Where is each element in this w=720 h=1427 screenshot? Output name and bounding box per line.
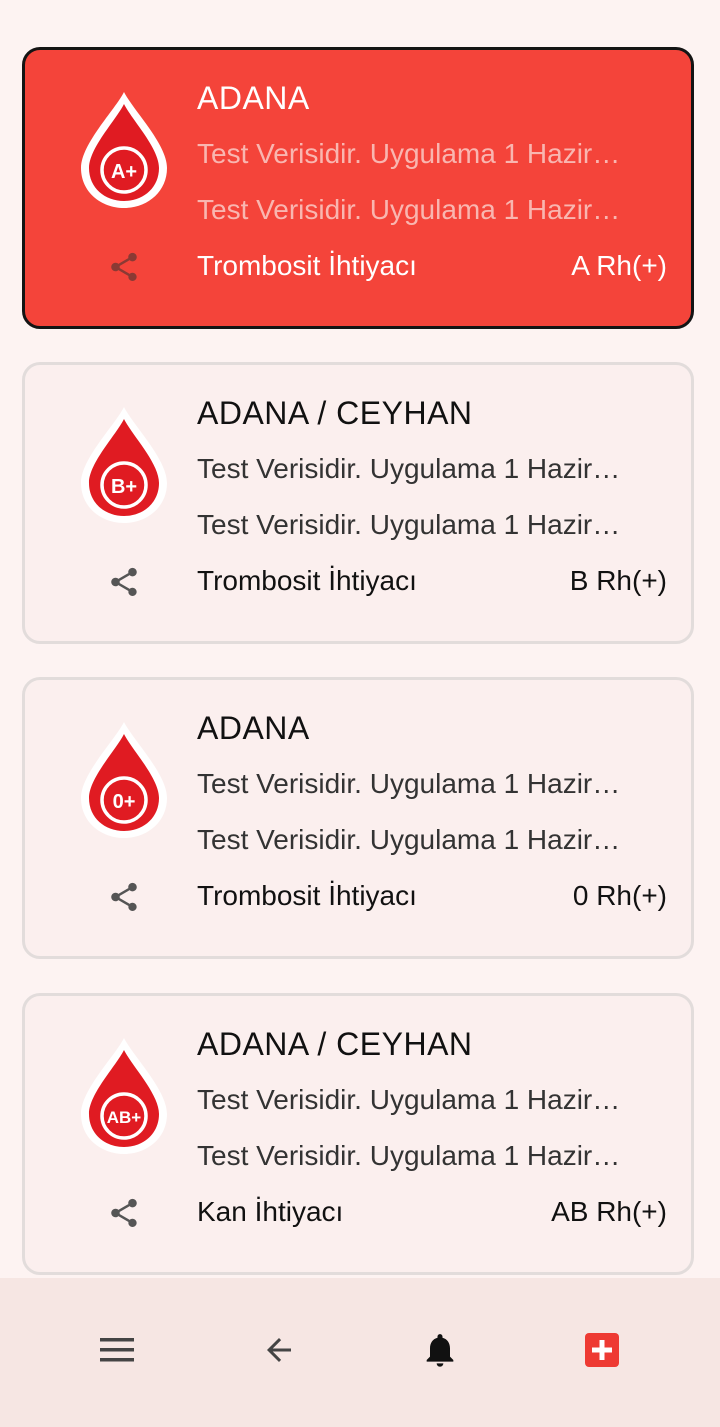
blood-drop-icon: AB+: [75, 1034, 173, 1158]
description-line: Test Verisidir. Uygulama 1 Hazir…: [197, 1140, 621, 1171]
share-icon[interactable]: [107, 565, 141, 599]
request-card[interactable]: B+ ADANA / CEYHAN Test Verisidir. Uygula…: [22, 362, 694, 644]
request-card[interactable]: AB+ ADANA / CEYHAN Test Verisidir. Uygul…: [22, 993, 694, 1275]
blood-drop-icon: A+: [75, 88, 173, 212]
city-label: ADANA / CEYHAN: [197, 395, 473, 431]
drop-label: AB+: [107, 1108, 142, 1127]
description-line: Test Verisidir. Uygulama 1 Hazir…: [197, 509, 621, 540]
blood-type-label: 0 Rh(+): [572, 880, 667, 911]
share-icon[interactable]: [107, 880, 141, 914]
bottom-navigation-bar: [0, 1278, 720, 1427]
description-line: Test Verisidir. Uygulama 1 Hazir…: [197, 453, 621, 484]
add-request-icon[interactable]: [580, 1328, 624, 1372]
need-type-label: Kan İhtiyacı: [197, 1196, 344, 1227]
blood-type-label: B Rh(+): [569, 565, 667, 596]
drop-label: 0+: [113, 791, 136, 813]
back-arrow-icon[interactable]: [257, 1328, 301, 1372]
description-line: Test Verisidir. Uygulama 1 Hazir…: [197, 194, 621, 225]
blood-type-label: A Rh(+): [571, 250, 667, 281]
description-line: Test Verisidir. Uygulama 1 Hazir…: [197, 1084, 621, 1115]
blood-type-label: AB Rh(+): [551, 1196, 667, 1227]
need-type-label: Trombosit İhtiyacı: [197, 250, 417, 281]
description-line: Test Verisidir. Uygulama 1 Hazir…: [197, 824, 621, 855]
city-label: ADANA / CEYHAN: [197, 1026, 473, 1062]
drop-label: A+: [111, 161, 137, 183]
description-line: Test Verisidir. Uygulama 1 Hazir…: [197, 138, 621, 169]
share-icon[interactable]: [107, 250, 141, 284]
share-icon[interactable]: [107, 1196, 141, 1230]
city-label: ADANA: [197, 710, 310, 746]
drop-label: B+: [111, 476, 137, 498]
need-type-label: Trombosit İhtiyacı: [197, 565, 417, 596]
request-card[interactable]: 0+ ADANA Test Verisidir. Uygulama 1 Hazi…: [22, 677, 694, 959]
request-card[interactable]: A+ ADANA Test Verisidir. Uygulama 1 Hazi…: [22, 47, 694, 329]
blood-drop-icon: 0+: [75, 718, 173, 842]
request-list: A+ ADANA Test Verisidir. Uygulama 1 Hazi…: [0, 0, 720, 1278]
bell-icon[interactable]: [418, 1328, 462, 1372]
need-type-label: Trombosit İhtiyacı: [197, 880, 417, 911]
blood-drop-icon: B+: [75, 403, 173, 527]
city-label: ADANA: [197, 80, 310, 116]
menu-icon[interactable]: [95, 1328, 139, 1372]
description-line: Test Verisidir. Uygulama 1 Hazir…: [197, 768, 621, 799]
